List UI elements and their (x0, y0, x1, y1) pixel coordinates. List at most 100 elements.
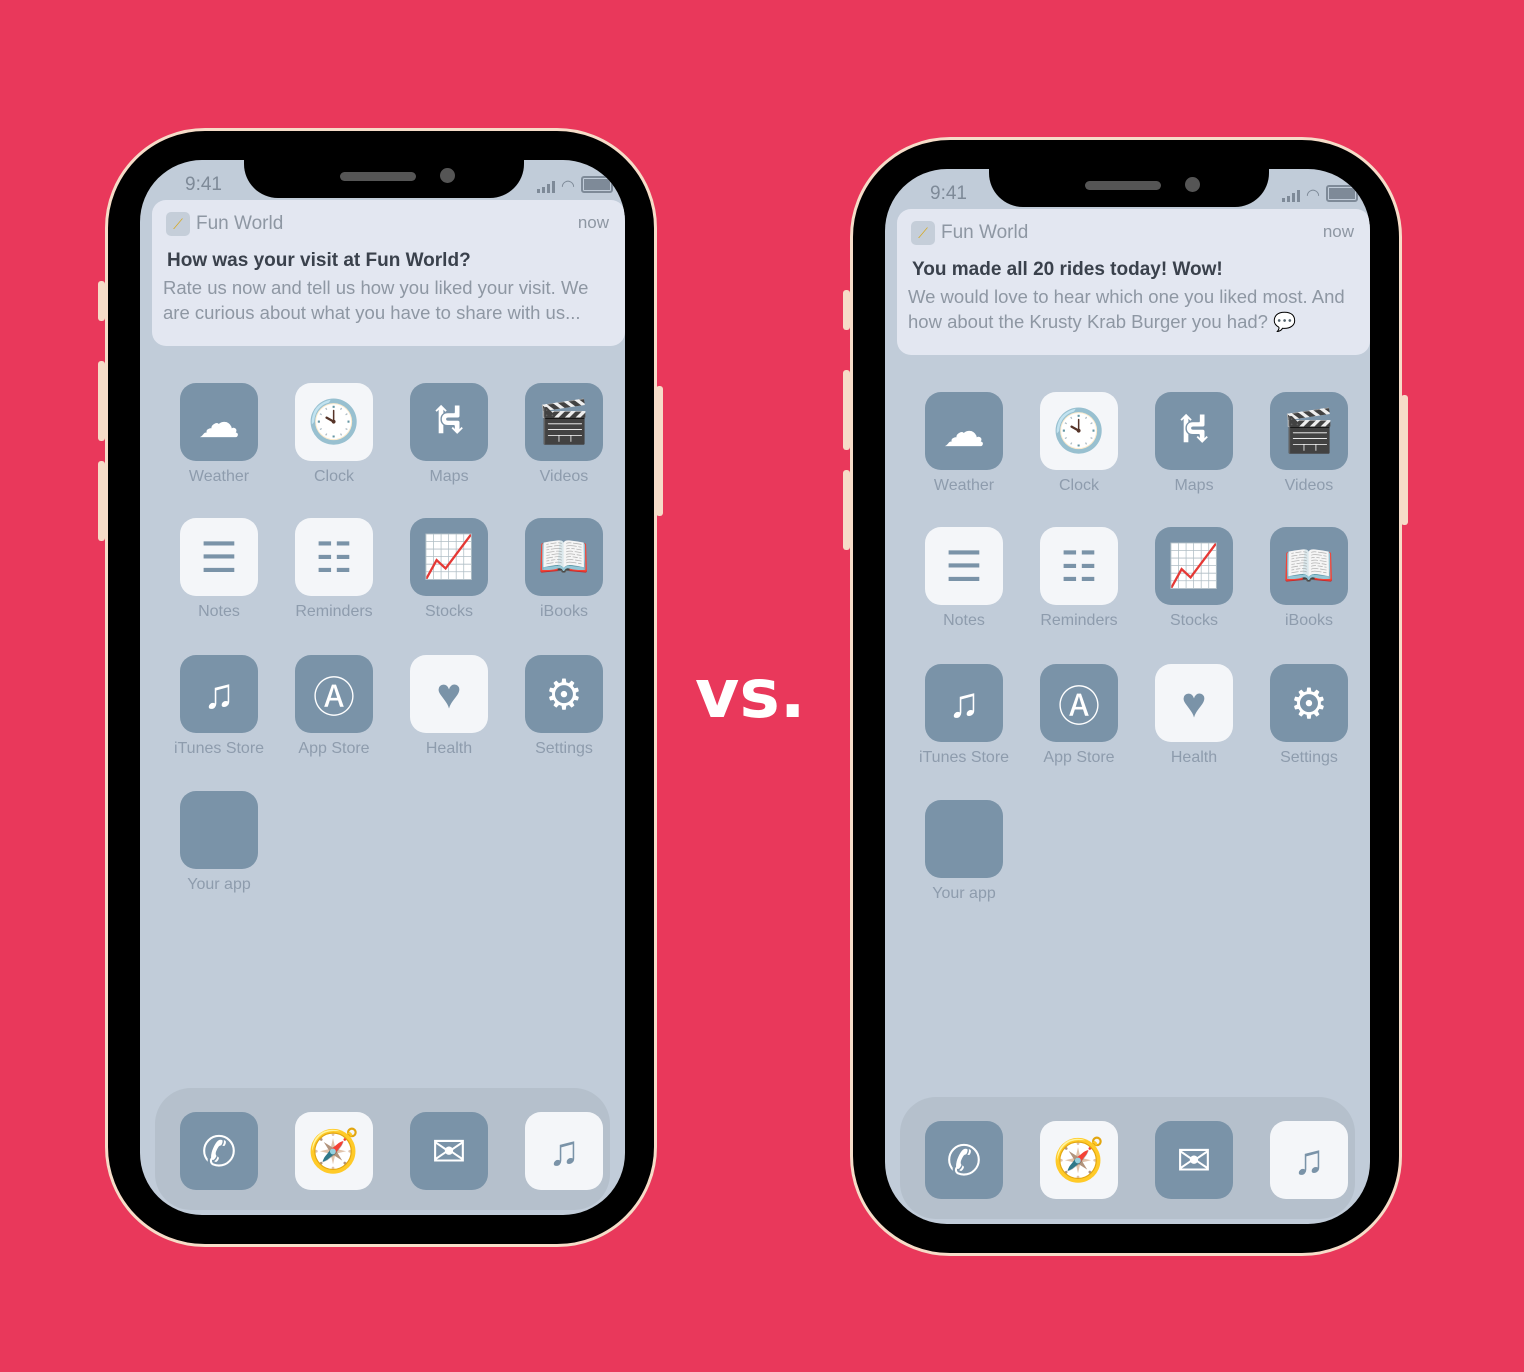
app-stocks[interactable]: 📈 Stocks (1134, 527, 1254, 630)
phone-icon[interactable]: ✆ (180, 1112, 258, 1190)
app-clock[interactable]: 🕙 Clock (1019, 392, 1139, 495)
side-button (843, 470, 850, 550)
app-app-store[interactable]: Ⓐ App Store (1019, 664, 1139, 767)
music-icon[interactable]: ♫ (525, 1112, 603, 1190)
safari-icon[interactable]: 🧭 (295, 1112, 373, 1190)
videos-icon: 🎬 (1270, 392, 1348, 470)
safari-icon[interactable]: 🧭 (1040, 1121, 1118, 1199)
phone-right: 9:41 ◠ ⟋ Fun World now You made all 20 rides … (843, 137, 1408, 1256)
app-ibooks[interactable]: 📖 iBooks (1249, 527, 1369, 630)
battery-icon (581, 176, 613, 193)
app-reminders[interactable]: ☷ Reminders (1019, 527, 1139, 630)
stocks-icon: 📈 (410, 518, 488, 596)
app-maps[interactable]: ⛕ Maps (1134, 392, 1254, 495)
phone-icon[interactable]: ✆ (925, 1121, 1003, 1199)
app-settings[interactable]: ⚙ Settings (1249, 664, 1369, 767)
app-label: iTunes Store (918, 749, 1010, 766)
notification-title: You made all 20 rides today! Wow! (912, 259, 1223, 280)
settings-icon: ⚙ (525, 655, 603, 733)
clock-icon: 🕙 (295, 383, 373, 461)
app-ibooks[interactable]: 📖 iBooks (504, 518, 624, 621)
app-notes[interactable]: ☰ Notes (904, 527, 1024, 630)
camera (1185, 177, 1200, 192)
your-app-icon (180, 791, 258, 869)
app-label: Health (1170, 749, 1218, 766)
app-reminders[interactable]: ☷ Reminders (274, 518, 394, 621)
app-label: iBooks (539, 603, 589, 620)
app-videos[interactable]: 🎬 Videos (504, 383, 624, 486)
app-weather[interactable]: ☁ Weather (159, 383, 279, 486)
app-label: iTunes Store (173, 740, 265, 757)
music-icon[interactable]: ♫ (1270, 1121, 1348, 1199)
status-time: 9:41 (930, 183, 967, 204)
speaker (340, 172, 416, 181)
app-maps[interactable]: ⛕ Maps (389, 383, 509, 486)
maps-icon: ⛕ (1155, 392, 1233, 470)
status-icons: ◠ (1282, 185, 1358, 204)
settings-icon: ⚙ (1270, 664, 1348, 742)
signal-icon (537, 181, 556, 193)
status-icons: ◠ (537, 176, 613, 195)
app-settings[interactable]: ⚙ Settings (504, 655, 624, 758)
notes-icon: ☰ (180, 518, 258, 596)
app-label: Reminders (295, 603, 373, 620)
stocks-icon: 📈 (1155, 527, 1233, 605)
notification-app-name: Fun World (941, 222, 1029, 243)
app-label: App Store (1043, 749, 1115, 766)
app-weather[interactable]: ☁ Weather (904, 392, 1024, 495)
battery-icon (1326, 185, 1358, 202)
app-health[interactable]: ♥ Health (1134, 664, 1254, 767)
side-button (1401, 395, 1408, 525)
wifi-icon: ◠ (561, 178, 575, 195)
notification-app-name: Fun World (196, 213, 284, 234)
maps-icon: ⛕ (410, 383, 488, 461)
appstore-icon: Ⓐ (1040, 664, 1118, 742)
app-stocks[interactable]: 📈 Stocks (389, 518, 509, 621)
app-your-app[interactable]: Your app (159, 791, 279, 894)
screen: 9:41 ◠ ⟋ Fun World now You made all 20 rides … (885, 169, 1370, 1224)
side-button (843, 290, 850, 330)
app-icon: ⟋ (166, 212, 190, 236)
app-label: Maps (429, 468, 469, 485)
app-clock[interactable]: 🕙 Clock (274, 383, 394, 486)
notification[interactable]: ⟋ Fun World now How was your visit at Fun W… (152, 200, 625, 346)
app-label: Your app (187, 876, 251, 893)
videos-icon: 🎬 (525, 383, 603, 461)
wifi-icon: ◠ (1306, 187, 1320, 204)
vs-label: vs. (695, 655, 806, 734)
app-itunes-store[interactable]: ♫ iTunes Store (159, 655, 279, 758)
app-your-app[interactable]: Your app (904, 800, 1024, 903)
app-videos[interactable]: 🎬 Videos (1249, 392, 1369, 495)
app-health[interactable]: ♥ Health (389, 655, 509, 758)
appstore-icon: Ⓐ (295, 655, 373, 733)
notification-body: We would love to hear which one you like… (908, 286, 1345, 332)
app-label: Stocks (1169, 612, 1218, 629)
dock: ✆ 🧭 ✉ ♫ (155, 1088, 610, 1210)
app-label: Weather (933, 477, 995, 494)
app-label: Clock (1058, 477, 1099, 494)
speaker (1085, 181, 1161, 190)
app-label: Videos (1284, 477, 1334, 494)
app-itunes-store[interactable]: ♫ iTunes Store (904, 664, 1024, 767)
screen: 9:41 ◠ ⟋ Fun World now How was your visit at … (140, 160, 625, 1215)
app-label: Notes (198, 603, 240, 620)
app-label: Stocks (424, 603, 473, 620)
notification[interactable]: ⟋ Fun World now You made all 20 rides today… (897, 209, 1370, 355)
app-icon: ⟋ (911, 221, 935, 245)
clock-icon: 🕙 (1040, 392, 1118, 470)
mail-icon[interactable]: ✉ (410, 1112, 488, 1190)
ibooks-icon: 📖 (1270, 527, 1348, 605)
notch (989, 169, 1269, 207)
status-time: 9:41 (185, 174, 222, 195)
app-label: Videos (539, 468, 589, 485)
app-app-store[interactable]: Ⓐ App Store (274, 655, 394, 758)
mail-icon[interactable]: ✉ (1155, 1121, 1233, 1199)
app-label: Settings (1280, 749, 1338, 766)
phone-left: 9:41 ◠ ⟋ Fun World now How was your visit at … (98, 128, 663, 1247)
side-button (98, 361, 105, 441)
weather-icon: ☁ (180, 383, 258, 461)
notification-title: How was your visit at Fun World? (167, 250, 471, 271)
app-notes[interactable]: ☰ Notes (159, 518, 279, 621)
ibooks-icon: 📖 (525, 518, 603, 596)
reminders-icon: ☷ (1040, 527, 1118, 605)
